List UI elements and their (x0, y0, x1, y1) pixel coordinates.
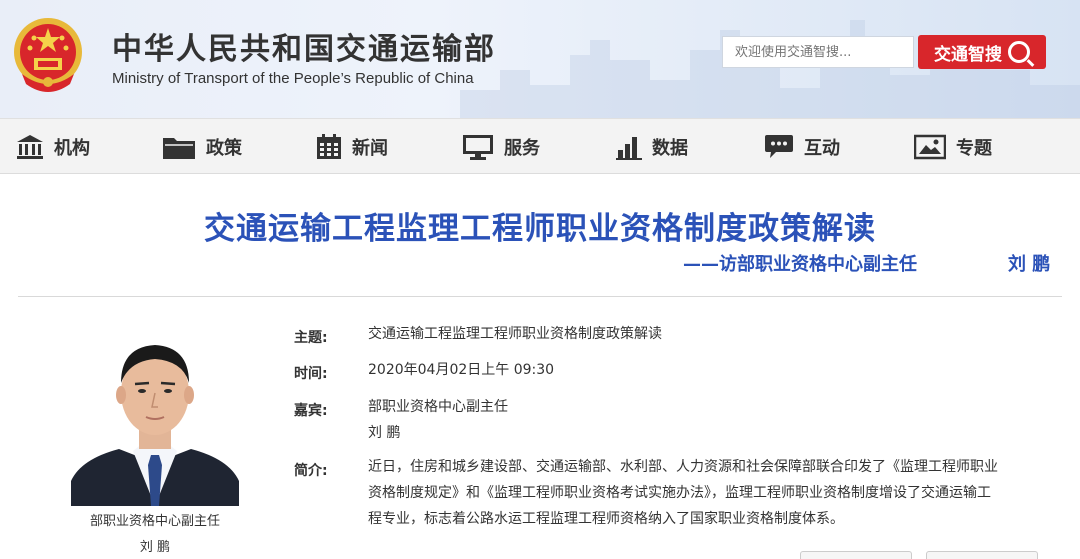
monitor-icon (463, 135, 493, 160)
action-button-partial[interactable] (800, 551, 912, 559)
nav-item-news[interactable]: 新闻 (316, 119, 388, 175)
photo-name: 刘 鹏 (139, 540, 171, 555)
search-icon (1008, 41, 1030, 63)
search-button-label: 交通智搜 (934, 44, 1002, 65)
action-button-partial[interactable] (926, 551, 1038, 559)
guest-name-value: 刘 鹏 (368, 425, 401, 441)
subtitle-guest-name: 刘 鹏 (1008, 254, 1051, 275)
nav-item-policy[interactable]: 政策 (162, 119, 242, 175)
national-emblem-icon (14, 18, 82, 92)
site-title: 中华人民共和国交通运输部 (112, 32, 496, 67)
folder-icon (163, 138, 195, 159)
building-icon (17, 135, 43, 159)
intro-line: 近日，住房和城乡建设部、交通运输部、水利部、人力资源和社会保障部联合印发了《监理… (368, 459, 998, 475)
intro-label: 简介: (294, 463, 328, 479)
image-icon (914, 134, 946, 160)
topic-label: 主题: (294, 330, 328, 346)
page-subtitle: ——访部职业资格中心副主任 (683, 254, 917, 275)
main-nav: 机构 政策 新闻 服务 数据 互动 专题 (0, 118, 1080, 174)
nav-item-interaction[interactable]: 互动 (764, 119, 840, 175)
intro-line: 程专业，标志着公路水运工程监理工程师资格纳入了国家职业资格制度体系。 (368, 511, 844, 527)
nav-label: 政策 (206, 138, 242, 159)
nav-item-institutions[interactable]: 机构 (16, 119, 90, 175)
nav-label: 服务 (504, 138, 540, 159)
search-input[interactable] (722, 36, 914, 68)
time-value: 2020年04月02日上午 09:30 (368, 362, 555, 378)
search-button[interactable]: 交通智搜 (918, 35, 1046, 69)
divider (18, 296, 1062, 297)
guest-portrait-image (71, 331, 239, 506)
intro-text: 近日，住房和城乡建设部、交通运输部、水利部、人力资源和社会保障部联合印发了《监理… (368, 454, 1048, 532)
nav-item-topics[interactable]: 专题 (914, 119, 992, 175)
nav-label: 数据 (652, 138, 688, 159)
intro-line: 资格制度规定》和《监理工程师职业资格考试实施办法》，监理工程师职业资格制度增设了… (368, 485, 991, 501)
nav-label: 互动 (804, 138, 840, 159)
nav-item-data[interactable]: 数据 (616, 119, 688, 175)
nav-item-services[interactable]: 服务 (462, 119, 540, 175)
calendar-icon (317, 134, 341, 159)
site-subtitle: Ministry of Transport of the People’s Re… (112, 70, 474, 87)
photo-caption: 部职业资格中心副主任 (89, 514, 220, 529)
time-label: 时间: (294, 366, 328, 382)
page-title: 交通运输工程监理工程师职业资格制度政策解读 (204, 211, 876, 247)
nav-label: 专题 (956, 138, 992, 159)
bar-chart-icon (616, 137, 642, 160)
guest-title-value: 部职业资格中心副主任 (368, 399, 508, 415)
chat-icon (765, 135, 793, 158)
site-header: 中华人民共和国交通运输部 Ministry of Transport of th… (0, 0, 1080, 118)
guest-label: 嘉宾: (294, 403, 328, 419)
topic-value: 交通运输工程监理工程师职业资格制度政策解读 (368, 326, 662, 342)
guest-photo (71, 331, 239, 506)
nav-label: 机构 (54, 138, 90, 159)
nav-label: 新闻 (352, 138, 388, 159)
